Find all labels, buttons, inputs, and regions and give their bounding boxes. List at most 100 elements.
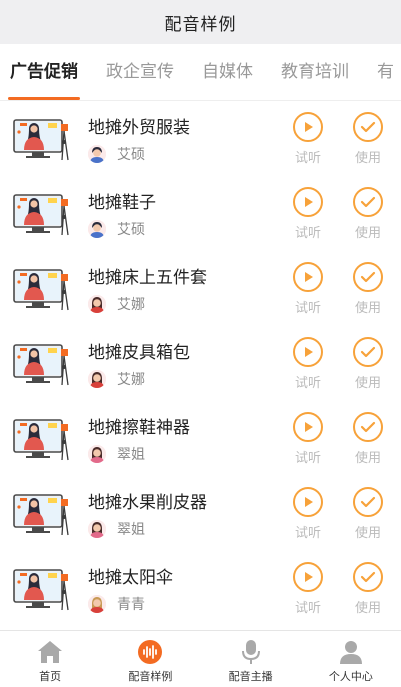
sample-author: 青青	[88, 594, 288, 614]
sample-author: 艾娜	[88, 369, 288, 389]
check-icon	[353, 561, 383, 592]
category-tabs: 广告促销 政企宣传 自媒体 教育培训 有	[0, 44, 401, 101]
play-icon	[293, 336, 323, 367]
sample-thumbnail	[12, 414, 70, 464]
listen-button[interactable]: 试听	[288, 111, 328, 166]
use-button[interactable]: 使用	[348, 411, 388, 466]
list-item[interactable]: 地摊擦鞋神器 翠姐 试听 使用	[0, 401, 401, 476]
list-item[interactable]: 地摊鞋子 艾硕 试听 使用	[0, 176, 401, 251]
nav-samples[interactable]: 配音样例	[100, 631, 200, 687]
list-item[interactable]: 地摊皮具箱包 艾娜 试听 使用	[0, 326, 401, 401]
sample-info: 地摊鞋子 艾硕	[88, 188, 288, 239]
nav-samples-label: 配音样例	[128, 670, 173, 683]
sample-actions: 试听 使用	[288, 336, 388, 391]
check-icon	[353, 111, 383, 142]
sample-title: 地摊床上五件套	[88, 268, 207, 288]
sample-title: 地摊擦鞋神器	[88, 418, 190, 438]
tab-gov-enterprise[interactable]: 政企宣传	[106, 44, 174, 100]
page-title: 配音样例	[164, 14, 237, 35]
sample-actions: 试听 使用	[288, 561, 388, 616]
listen-label: 试听	[294, 150, 321, 166]
sample-thumbnail	[12, 189, 70, 239]
list-item[interactable]: 地摊外贸服装 艾硕 试听 使用	[0, 101, 401, 176]
top-bar: 配音样例	[0, 0, 401, 44]
sample-title: 地摊皮具箱包	[88, 343, 190, 363]
avatar	[88, 220, 106, 238]
tab-more[interactable]: 有	[377, 44, 394, 100]
listen-label: 试听	[294, 225, 321, 241]
list-item[interactable]: 地摊水果削皮器 翠姐 试听 使用	[0, 476, 401, 551]
sample-info: 地摊皮具箱包 艾娜	[88, 338, 288, 389]
sample-actions: 试听 使用	[288, 111, 388, 166]
use-button[interactable]: 使用	[348, 561, 388, 616]
play-icon	[293, 111, 323, 142]
play-icon	[293, 261, 323, 292]
use-label: 使用	[354, 525, 381, 541]
listen-label: 试听	[294, 375, 321, 391]
sample-info: 地摊太阳伞 青青	[88, 563, 288, 614]
listen-button[interactable]: 试听	[288, 411, 328, 466]
author-name: 艾娜	[117, 297, 145, 313]
list-item[interactable]: 地摊床上五件套 艾娜 试听 使用	[0, 251, 401, 326]
list-item[interactable]: 地摊太阳伞 青青 试听 使用	[0, 551, 401, 626]
bottom-nav: 首页 配音样例 配音主播 个人中心	[0, 630, 401, 687]
use-button[interactable]: 使用	[348, 261, 388, 316]
use-label: 使用	[354, 300, 381, 316]
sample-actions: 试听 使用	[288, 411, 388, 466]
check-icon	[353, 486, 383, 517]
play-icon	[293, 561, 323, 592]
author-name: 艾硕	[117, 222, 145, 238]
use-label: 使用	[354, 375, 381, 391]
sample-thumbnail	[12, 564, 70, 614]
use-label: 使用	[354, 225, 381, 241]
listen-button[interactable]: 试听	[288, 486, 328, 541]
tab-ad-promo[interactable]: 广告促销	[8, 44, 80, 100]
play-icon	[293, 486, 323, 517]
avatar	[88, 595, 106, 613]
listen-label: 试听	[294, 300, 321, 316]
sample-title: 地摊外贸服装	[88, 118, 190, 138]
sample-info: 地摊外贸服装 艾硕	[88, 113, 288, 164]
nav-voice-actors-label: 配音主播	[228, 670, 273, 683]
nav-home-label: 首页	[39, 670, 62, 683]
person-icon	[338, 639, 364, 665]
sample-thumbnail	[12, 339, 70, 389]
soundwave-icon	[137, 639, 163, 665]
listen-button[interactable]: 试听	[288, 561, 328, 616]
play-icon	[293, 186, 323, 217]
sample-author: 艾硕	[88, 144, 288, 164]
author-name: 翠姐	[117, 522, 145, 538]
sample-title: 地摊水果削皮器	[88, 493, 207, 513]
sample-actions: 试听 使用	[288, 261, 388, 316]
sample-list: 地摊外贸服装 艾硕 试听 使用 地摊鞋子 艾硕 试听 使用 地摊床上五件套 艾娜…	[0, 101, 401, 626]
tab-self-media[interactable]: 自媒体	[202, 44, 253, 100]
listen-button[interactable]: 试听	[288, 336, 328, 391]
sample-author: 艾娜	[88, 294, 288, 314]
sample-info: 地摊床上五件套 艾娜	[88, 263, 288, 314]
sample-thumbnail	[12, 264, 70, 314]
use-button[interactable]: 使用	[348, 486, 388, 541]
use-button[interactable]: 使用	[348, 111, 388, 166]
use-label: 使用	[354, 450, 381, 466]
nav-voice-actors[interactable]: 配音主播	[201, 631, 301, 687]
sample-author: 翠姐	[88, 444, 288, 464]
listen-button[interactable]: 试听	[288, 186, 328, 241]
sample-actions: 试听 使用	[288, 486, 388, 541]
sample-actions: 试听 使用	[288, 186, 388, 241]
nav-home[interactable]: 首页	[0, 631, 100, 687]
play-icon	[293, 411, 323, 442]
listen-button[interactable]: 试听	[288, 261, 328, 316]
listen-label: 试听	[294, 450, 321, 466]
tab-education[interactable]: 教育培训	[281, 44, 349, 100]
microphone-icon	[238, 639, 264, 665]
avatar	[88, 145, 106, 163]
use-button[interactable]: 使用	[348, 336, 388, 391]
home-icon	[37, 639, 63, 665]
sample-thumbnail	[12, 114, 70, 164]
sample-author: 翠姐	[88, 519, 288, 539]
avatar	[88, 445, 106, 463]
avatar	[88, 370, 106, 388]
use-button[interactable]: 使用	[348, 186, 388, 241]
sample-info: 地摊水果削皮器 翠姐	[88, 488, 288, 539]
nav-profile[interactable]: 个人中心	[301, 631, 401, 687]
